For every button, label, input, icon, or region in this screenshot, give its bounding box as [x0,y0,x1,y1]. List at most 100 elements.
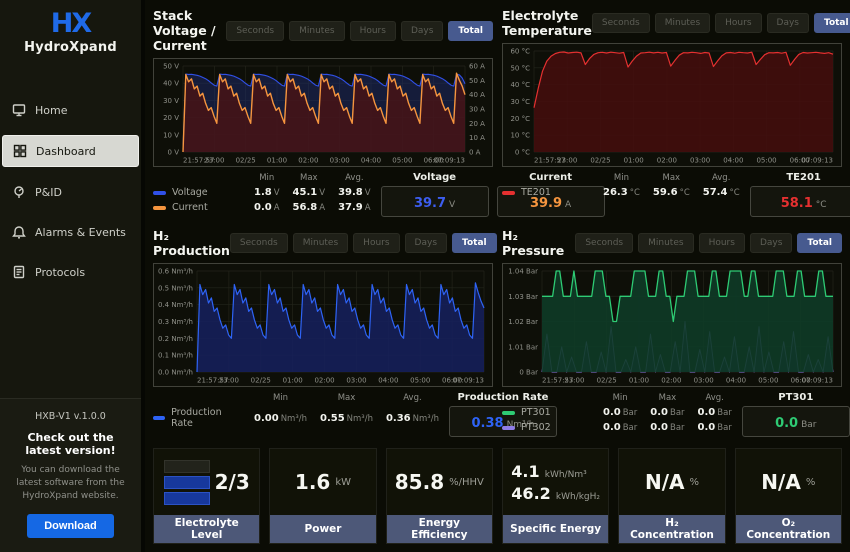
range-button-hours[interactable]: Hours [715,13,761,33]
range-button-total[interactable]: Total [448,21,493,41]
legend-max-value: 0.0Bar [650,407,684,418]
brand-name: HydroXpand [0,40,141,55]
legend-avg-value: 57.4°C [703,187,740,198]
sidebar-item-label: Dashboard [36,145,96,158]
legend-min-value: 1.8V [254,187,280,198]
svg-text:02/25: 02/25 [251,377,271,385]
legend-series-production-rate: Production Rate [153,407,241,429]
card-value: N/A% [736,449,841,515]
home-icon [12,103,26,117]
value-box-unit: °C [816,200,827,210]
chart-legend: MinMaxAvg.Production Rate0.00Nm³/h0.55Nm… [153,392,493,438]
range-button-days[interactable]: Days [750,233,792,253]
svg-text:0 V: 0 V [168,149,180,157]
svg-text:03:00: 03:00 [694,377,714,385]
chart-svg: 0.6 Nm³/h0.5 Nm³/h0.4 Nm³/h0.3 Nm³/h0.2 … [154,264,492,386]
svg-text:60 °C: 60 °C [510,48,530,56]
range-button-hours[interactable]: Hours [353,233,399,253]
svg-text:05:00: 05:00 [410,377,430,385]
svg-text:02:00: 02:00 [657,157,677,165]
value-box-label: Voltage [381,172,489,183]
range-button-seconds[interactable]: Seconds [575,233,633,253]
legend-min-value: 0.0Bar [603,422,637,433]
legend-header-avg: Avg. [338,173,371,183]
range-button-days[interactable]: Days [767,13,809,33]
legend-series-current: Current [153,202,241,213]
legend-series-label: PT302 [521,422,551,433]
download-button[interactable]: Download [27,514,114,538]
sidebar-item-dashboard[interactable]: Dashboard [2,135,139,167]
card-h-concentration: N/A%H₂ Concentration [618,448,725,544]
legend-avg-value: 0.0Bar [698,407,732,418]
range-button-total[interactable]: Total [452,233,497,253]
range-button-minutes[interactable]: Minutes [289,21,344,41]
legend-header-max: Max [293,173,326,183]
chart-area: 50 V40 V30 V20 V10 V0 V60 A50 A40 A30 A2… [153,58,493,167]
charts-grid: Stack Voltage / Current SecondsMinutesHo… [153,8,842,438]
card-value: 1.6kW [270,449,375,515]
card-label: Energy Efficiency [387,515,492,543]
value-box-label: PT301 [742,392,850,403]
range-button-days[interactable]: Days [401,21,443,41]
range-buttons: SecondsMinutesHours DaysTotal [230,233,497,253]
panel-header: Stack Voltage / Current SecondsMinutesHo… [153,8,493,53]
chart-area: 0.6 Nm³/h0.5 Nm³/h0.4 Nm³/h0.3 Nm³/h0.2 … [153,263,493,387]
svg-text:07:09:13: 07:09:13 [802,377,833,385]
range-button-hours[interactable]: Hours [699,233,745,253]
sidebar: HX HydroXpand Home Dashboard P&ID Alarms & … [0,0,145,552]
range-button-seconds[interactable]: Seconds [230,233,288,253]
sidebar-item-p-id[interactable]: P&ID [2,177,139,207]
svg-text:23:00: 23:00 [557,157,577,165]
svg-text:02:00: 02:00 [661,377,681,385]
level-indicator [164,460,210,505]
panel-header: H₂ Production SecondsMinutesHoursDaysTot… [153,228,493,258]
legend-table: MinMaxAvg.TE20126.3°C59.6°C57.4°C [502,172,740,198]
card-label: Specific Energy [503,515,608,543]
panel-title: H₂ Pressure [502,228,575,258]
sidebar-item-label: P&ID [35,186,62,199]
chart-area: 1.04 Bar1.03 Bar1.02 Bar1.01 Bar0 Bar21:… [502,263,842,387]
level-segment-empty [164,460,210,473]
svg-text:60 A: 60 A [469,63,485,71]
legend-series-pt301: PT301 [502,407,590,418]
legend-swatch [153,416,165,420]
legend-min-value: 0.0A [254,202,280,213]
range-button-total[interactable]: Total [814,13,850,33]
range-button-seconds[interactable]: Seconds [592,13,650,33]
svg-text:03:00: 03:00 [346,377,366,385]
range-button-minutes[interactable]: Minutes [638,233,693,253]
sidebar-footer: HXB-V1 v.1.0.0 Check out the latest vers… [0,398,141,552]
svg-text:02/25: 02/25 [236,157,256,165]
legend-table: MinMaxAvg.Voltage1.8V45.1V39.8VCurrent0.… [153,172,371,213]
sidebar-item-home[interactable]: Home [2,95,139,125]
value-box-unit: V [449,200,455,210]
range-button-hours[interactable]: Hours [350,21,396,41]
update-body: You can download the latest software fro… [10,464,131,503]
range-button-days[interactable]: Days [405,233,447,253]
sidebar-item-label: Protocols [35,266,85,279]
range-button-seconds[interactable]: Seconds [226,21,284,41]
range-button-minutes[interactable]: Minutes [655,13,710,33]
sidebar-item-protocols[interactable]: Protocols [2,257,139,287]
range-button-total[interactable]: Total [797,233,842,253]
legend-min-value: 26.3°C [603,187,640,198]
panel-h-production: H₂ Production SecondsMinutesHoursDaysTot… [153,228,493,438]
value-box-label: TE201 [750,172,850,183]
svg-text:04:00: 04:00 [726,377,746,385]
svg-text:07:09:13: 07:09:13 [802,157,833,165]
range-button-minutes[interactable]: Minutes [293,233,348,253]
value-box-voltage: Voltage39.7V [381,172,489,217]
value-box-value: 0.0 [775,416,798,431]
legend-swatch [502,411,515,415]
card-value: N/A% [619,449,724,515]
sidebar-item-alarms-events[interactable]: Alarms & Events [2,217,139,247]
card-main-value: N/A [645,470,685,494]
svg-text:02:00: 02:00 [298,157,318,165]
logo-block: HX HydroXpand [0,0,141,61]
value-box-te201: TE20158.1°C [750,172,850,217]
legend-header-max: Max [650,393,684,403]
dual-value-row: 46.2 kWh/kgH₂ [511,484,600,503]
value-box-pt301: PT3010.0Bar [742,392,850,437]
update-headline: Check out the latest version! [10,431,131,457]
card-value: 4.1 kWh/Nm³46.2 kWh/kgH₂ [503,449,608,515]
